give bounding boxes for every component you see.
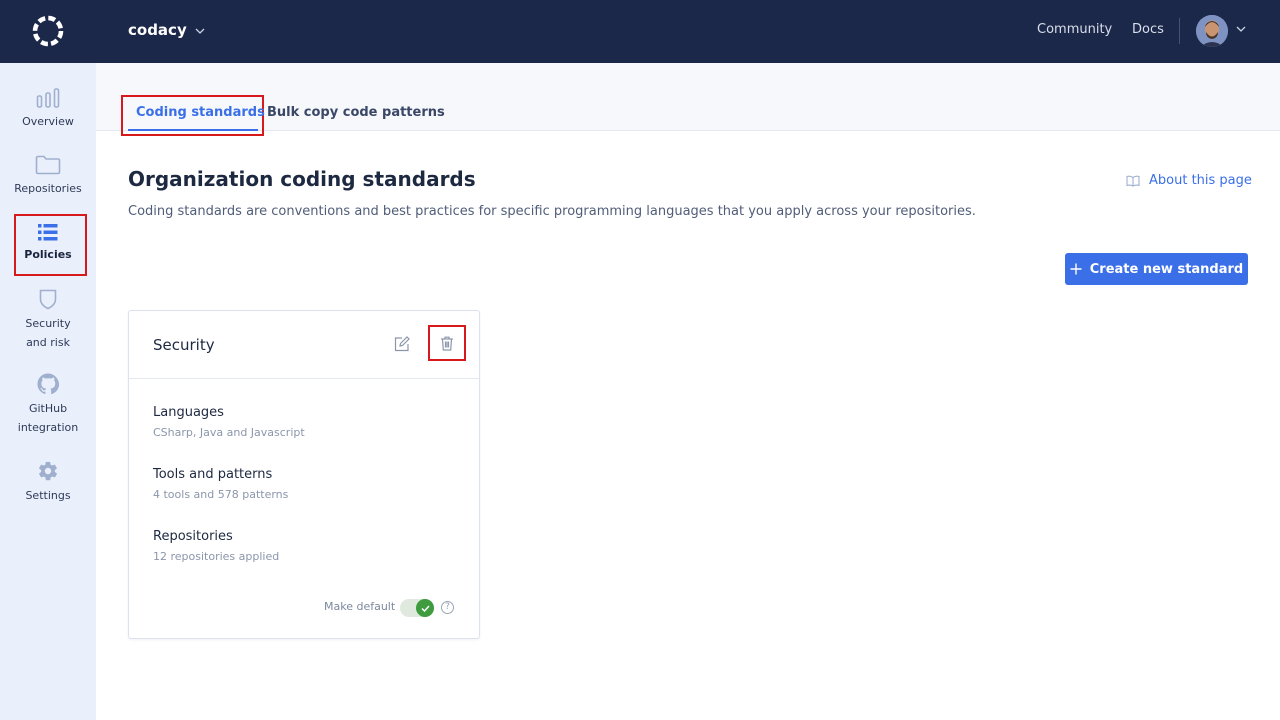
- book-icon: [1126, 175, 1140, 187]
- folder-icon: [35, 155, 61, 175]
- sidebar-item-label: Policies: [24, 248, 72, 261]
- page-description: Coding standards are conventions and bes…: [128, 204, 976, 219]
- organization-name: codacy: [128, 21, 187, 39]
- make-default-label: Make default: [324, 600, 396, 613]
- delete-button[interactable]: [428, 325, 466, 361]
- shield-icon: [39, 289, 57, 310]
- make-default-toggle[interactable]: [400, 599, 434, 617]
- tab-active-underline: [128, 129, 258, 131]
- plus-icon: [1070, 263, 1082, 275]
- sidebar-item-github-integration[interactable]: GitHub integration: [0, 373, 96, 437]
- user-avatar[interactable]: [1196, 15, 1228, 47]
- sidebar-item-overview[interactable]: Overview: [0, 88, 96, 131]
- help-icon[interactable]: ?: [441, 601, 454, 614]
- user-avatar-icon: [1196, 15, 1228, 47]
- sidebar-item-repositories[interactable]: Repositories: [0, 155, 96, 198]
- tools-and-patterns-label: Tools and patterns: [153, 467, 273, 482]
- top-bar: codacy Community Docs: [0, 0, 1280, 63]
- codacy-logo-icon[interactable]: [31, 14, 65, 48]
- edit-icon[interactable]: [393, 335, 411, 353]
- languages-value: CSharp, Java and Javascript: [153, 426, 305, 439]
- sidebar-item-label: Settings: [25, 489, 71, 502]
- card-title: Security: [153, 336, 215, 354]
- docs-link[interactable]: Docs: [1132, 22, 1164, 37]
- organization-switcher[interactable]: codacy: [128, 21, 205, 39]
- sidebar-item-label-line2: and risk: [26, 336, 70, 349]
- sidebar-item-policies[interactable]: Policies: [0, 224, 96, 264]
- list-icon: [38, 224, 58, 241]
- bar-chart-icon: [36, 88, 60, 108]
- sidebar-item-label: Repositories: [14, 182, 82, 195]
- repositories-label: Repositories: [153, 529, 233, 544]
- sidebar-item-label: Overview: [22, 115, 74, 128]
- about-this-page-link[interactable]: About this page: [1126, 173, 1252, 188]
- divider: [1179, 18, 1180, 44]
- sidebar-item-settings[interactable]: Settings: [0, 460, 96, 505]
- sidebar-item-security-and-risk[interactable]: Security and risk: [0, 289, 96, 352]
- about-this-page-label: About this page: [1149, 173, 1252, 188]
- check-icon: [420, 604, 430, 612]
- page-title: Organization coding standards: [128, 167, 476, 191]
- sidebar-item-label-line2: integration: [17, 421, 79, 434]
- sidebar-item-label: Security: [25, 317, 71, 330]
- github-icon: [37, 373, 59, 395]
- create-new-standard-button[interactable]: Create new standard: [1065, 253, 1248, 285]
- trash-icon: [441, 336, 453, 351]
- tools-and-patterns-value: 4 tools and 578 patterns: [153, 488, 289, 501]
- coding-standard-card: Security Languages CSharp, Java and Java…: [128, 310, 480, 639]
- toggle-knob: [416, 599, 434, 617]
- tab-coding-standards[interactable]: Coding standards: [136, 105, 265, 120]
- tabs-bar: [96, 63, 1280, 131]
- repositories-value: 12 repositories applied: [153, 550, 280, 563]
- create-new-standard-label: Create new standard: [1089, 261, 1244, 277]
- user-menu-chevron-icon[interactable]: [1236, 26, 1246, 32]
- languages-label: Languages: [153, 405, 224, 420]
- tab-bulk-copy-code-patterns[interactable]: Bulk copy code patterns: [267, 105, 445, 120]
- card-header: Security: [129, 311, 479, 379]
- gear-icon: [39, 461, 57, 481]
- community-link[interactable]: Community: [1037, 22, 1112, 37]
- chevron-down-icon: [195, 28, 205, 34]
- sidebar-item-label: GitHub: [28, 402, 68, 415]
